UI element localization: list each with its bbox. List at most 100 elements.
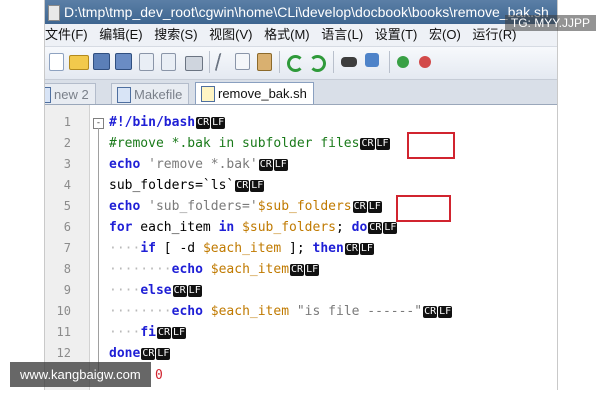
new-file-icon[interactable] bbox=[49, 53, 64, 71]
line-number: 6 bbox=[63, 220, 71, 234]
keyword: echo bbox=[109, 157, 141, 172]
close-icon[interactable] bbox=[139, 53, 154, 71]
eol-lf: LF bbox=[359, 243, 374, 255]
variable: $each_item bbox=[202, 304, 290, 319]
eol-lf: LF bbox=[383, 222, 398, 234]
eol-cr: CR bbox=[172, 285, 187, 297]
keyword: do bbox=[351, 220, 368, 235]
line-number: 2 bbox=[63, 136, 71, 150]
keyword: in bbox=[218, 220, 235, 235]
watermark-tg: TG: MYY.JJPP bbox=[504, 15, 596, 31]
find-icon[interactable] bbox=[341, 57, 357, 67]
save-all-icon[interactable] bbox=[115, 53, 132, 70]
line-number: 5 bbox=[63, 199, 71, 213]
variable: $sub_folders bbox=[257, 199, 352, 214]
tab-bar: new 2 Makefile remove_bak.sh bbox=[45, 80, 557, 105]
code-editor[interactable]: - 1 #!/bin/bash CR LF 2 #remove *.bak in s… bbox=[45, 105, 557, 390]
tab-new-2[interactable]: new 2 bbox=[45, 83, 96, 104]
code-line: 3 echo 'remove *.bak' CR LF bbox=[45, 154, 557, 175]
variable: $each_item bbox=[202, 262, 290, 277]
toolbar-separator bbox=[279, 51, 280, 73]
line-number: 10 bbox=[56, 304, 71, 318]
toolbar bbox=[45, 47, 557, 80]
string: 'sub_folders=' bbox=[140, 199, 258, 214]
tab-label: remove_bak.sh bbox=[218, 86, 307, 101]
menu-file[interactable]: 文件(F) bbox=[45, 24, 96, 46]
tab-makefile[interactable]: Makefile bbox=[111, 83, 190, 104]
eol-cr: CR bbox=[344, 243, 359, 255]
eol-cr: CR bbox=[235, 180, 250, 192]
eol-cr: CR bbox=[258, 159, 273, 171]
replace-icon[interactable] bbox=[365, 53, 379, 67]
line-number: 7 bbox=[63, 241, 71, 255]
identifier: each_item bbox=[132, 220, 219, 235]
keyword: fi bbox=[140, 325, 156, 340]
shebang: #!/bin/bash bbox=[109, 115, 196, 130]
copy-icon[interactable] bbox=[235, 53, 250, 70]
indent-guide: ········ bbox=[109, 262, 172, 277]
punctuation: ; bbox=[335, 220, 352, 235]
line-number: 12 bbox=[56, 346, 71, 360]
eol-lf: LF bbox=[211, 117, 226, 129]
eol-lf: LF bbox=[367, 201, 382, 213]
toolbar-separator bbox=[209, 51, 210, 73]
undo-icon[interactable] bbox=[287, 55, 304, 72]
open-file-icon[interactable] bbox=[69, 55, 89, 70]
indent-guide: ···· bbox=[109, 325, 141, 340]
partial-text: 0 bbox=[155, 368, 163, 383]
zoom-in-icon[interactable] bbox=[397, 56, 409, 68]
indent-guide: ···· bbox=[109, 241, 141, 256]
paste-icon[interactable] bbox=[257, 53, 272, 71]
menu-macro[interactable]: 宏(O) bbox=[429, 24, 469, 46]
menu-format[interactable]: 格式(M) bbox=[264, 24, 318, 46]
test-expression: [ -d bbox=[155, 241, 203, 256]
menu-view[interactable]: 视图(V) bbox=[209, 24, 260, 46]
line-number: 3 bbox=[63, 157, 71, 171]
keyword: if bbox=[140, 241, 156, 256]
code-text: ········echo $each_item "is file ------"… bbox=[109, 301, 453, 322]
variable: $each_item bbox=[202, 241, 282, 256]
save-icon[interactable] bbox=[93, 53, 110, 70]
close-all-icon[interactable] bbox=[161, 53, 176, 71]
eol-lf: LF bbox=[187, 285, 202, 297]
redo-icon[interactable] bbox=[309, 55, 326, 72]
code-text: ····if [ -d $each_item ]; then CR LF bbox=[109, 238, 374, 259]
eol-cr: CR bbox=[352, 201, 367, 213]
file-icon bbox=[201, 86, 215, 102]
code-text: 0 bbox=[155, 365, 163, 386]
code-text: sub_folders=`ls` CR LF bbox=[109, 175, 265, 196]
code-text: ········echo $each_item CR LF bbox=[109, 259, 320, 280]
tab-label: Makefile bbox=[134, 87, 183, 102]
tab-remove-bak-sh[interactable]: remove_bak.sh bbox=[195, 82, 314, 104]
eol-lf: LF bbox=[375, 138, 390, 150]
file-icon bbox=[45, 87, 51, 103]
comment: #remove *.bak in subfolder files bbox=[109, 136, 360, 151]
menu-language[interactable]: 语言(L) bbox=[321, 24, 371, 46]
cut-icon[interactable] bbox=[214, 53, 230, 71]
eol-lf: LF bbox=[172, 327, 187, 339]
eol-cr: CR bbox=[290, 264, 305, 276]
assignment: sub_folders=`ls` bbox=[109, 178, 235, 193]
code-text: ····else CR LF bbox=[109, 280, 202, 301]
code-text: echo 'remove *.bak' CR LF bbox=[109, 154, 288, 175]
zoom-out-icon[interactable] bbox=[419, 56, 431, 68]
keyword: done bbox=[109, 346, 141, 361]
window-title: D:\tmp\tmp_dev_root\cgwin\home\CLi\devel… bbox=[64, 4, 549, 20]
line-number: 11 bbox=[56, 325, 71, 339]
code-line: 5 echo 'sub_folders='$sub_folders CR LF bbox=[45, 196, 557, 217]
eol-cr: CR bbox=[196, 117, 211, 129]
line-number: 1 bbox=[63, 115, 71, 129]
print-icon[interactable] bbox=[185, 56, 203, 71]
menu-edit[interactable]: 编辑(E) bbox=[99, 24, 150, 46]
code-line: 4 sub_folders=`ls` CR LF bbox=[45, 175, 557, 196]
code-text: echo 'sub_folders='$sub_folders CR LF bbox=[109, 196, 382, 217]
toolbar-separator bbox=[389, 51, 390, 73]
toolbar-separator bbox=[333, 51, 334, 73]
line-number: 9 bbox=[63, 283, 71, 297]
code-line: 9 ····else CR LF bbox=[45, 280, 557, 301]
eol-cr: CR bbox=[141, 348, 156, 360]
eol-lf: LF bbox=[156, 348, 171, 360]
highlight-box bbox=[407, 132, 455, 159]
menu-settings[interactable]: 设置(T) bbox=[375, 24, 426, 46]
menu-search[interactable]: 搜索(S) bbox=[154, 24, 205, 46]
